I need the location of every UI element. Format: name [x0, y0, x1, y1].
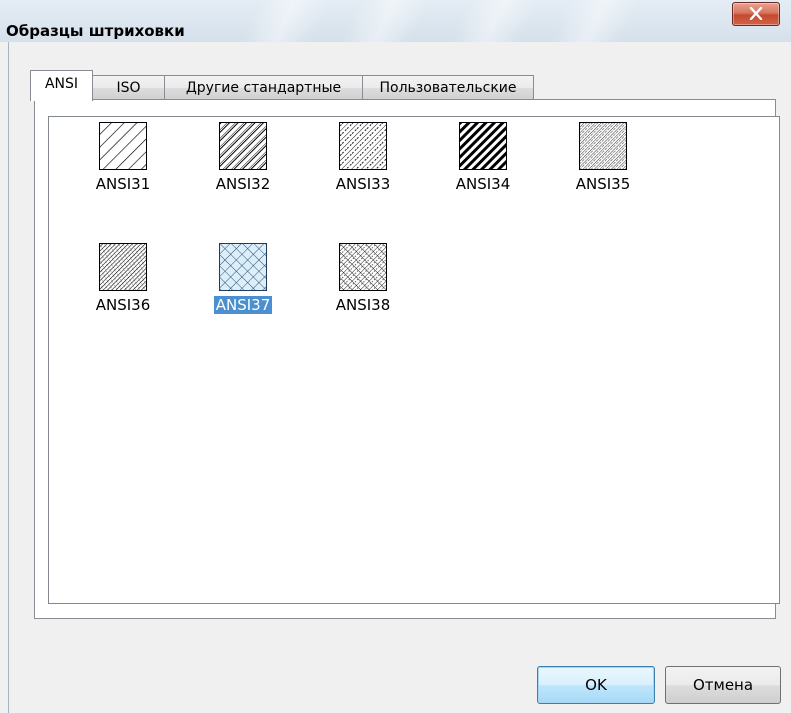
pattern-item-ansi37[interactable]: ANSI37 — [189, 243, 299, 333]
hatch-crosshatch-dense-icon — [339, 243, 387, 291]
pattern-label: ANSI32 — [215, 175, 271, 193]
tab-label: ISO — [116, 80, 141, 96]
pattern-item-ansi34[interactable]: ANSI34 — [429, 122, 539, 212]
glass-sheen — [340, 0, 430, 42]
tab-iso[interactable]: ISO — [92, 75, 165, 100]
pattern-item-ansi35[interactable]: ANSI35 — [549, 122, 659, 212]
tab-label: Пользовательские — [379, 80, 517, 96]
glass-sheen — [550, 0, 640, 42]
pattern-label: ANSI31 — [95, 175, 151, 193]
pattern-label: ANSI38 — [335, 296, 391, 314]
tab-ansi[interactable]: ANSI — [30, 70, 93, 101]
pattern-item-ansi38[interactable]: ANSI38 — [309, 243, 419, 333]
hatch-diagonal-dense-icon — [579, 122, 627, 170]
pattern-item-ansi36[interactable]: ANSI36 — [69, 243, 179, 333]
close-icon — [749, 7, 763, 20]
pattern-item-ansi33[interactable]: ANSI33 — [309, 122, 419, 212]
tab-other-standard[interactable]: Другие стандартные — [164, 75, 363, 100]
hatch-diagonal-dashed-icon — [339, 122, 387, 170]
glass-sheen — [450, 0, 540, 42]
hatch-crosshatch-icon — [219, 243, 267, 291]
pattern-list[interactable]: ANSI31 ANSI32 ANSI33 ANSI34 ANSI35 ANSI3… — [48, 116, 780, 604]
hatch-dense-crosshatch-icon — [99, 243, 147, 291]
pattern-label: ANSI34 — [455, 175, 511, 193]
glass-sheen — [240, 0, 330, 42]
hatch-diagonal-steel-icon — [219, 122, 267, 170]
pattern-item-ansi32[interactable]: ANSI32 — [189, 122, 299, 212]
tab-label: ANSI — [44, 76, 79, 92]
cancel-button[interactable]: Отмена — [665, 666, 781, 704]
pattern-label: ANSI36 — [95, 296, 151, 314]
title-bar[interactable]: Образцы штриховки — [0, 0, 791, 42]
hatch-diagonal-thick-icon — [459, 122, 507, 170]
pattern-label: ANSI33 — [335, 175, 391, 193]
hatch-patterns-dialog: Образцы штриховки ANSI ISO Другие станда… — [0, 0, 791, 713]
hatch-diagonal-single-icon — [99, 122, 147, 170]
tab-custom[interactable]: Пользовательские — [362, 75, 534, 100]
tab-label: Другие стандартные — [185, 80, 342, 96]
pattern-label: ANSI37 — [212, 295, 274, 315]
ok-button[interactable]: OK — [537, 666, 655, 704]
pattern-label: ANSI35 — [575, 175, 631, 193]
pattern-item-ansi31[interactable]: ANSI31 — [69, 122, 179, 212]
window-title: Образцы штриховки — [6, 22, 185, 40]
close-button[interactable] — [732, 2, 780, 26]
